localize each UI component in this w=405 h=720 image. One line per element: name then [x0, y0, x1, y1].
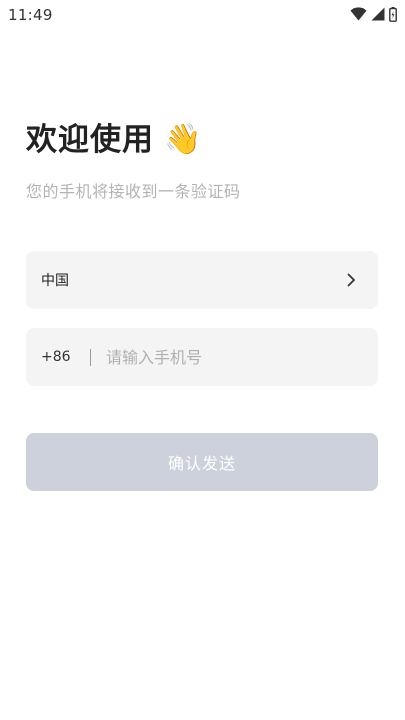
status-bar: 11:49	[0, 0, 405, 30]
battery-icon	[389, 6, 397, 22]
country-selector[interactable]: 中国	[26, 251, 378, 309]
dial-code-divider	[90, 348, 91, 366]
status-time: 11:49	[8, 6, 53, 24]
status-icons	[350, 6, 397, 22]
page-title: 欢迎使用	[26, 122, 154, 158]
dial-code[interactable]: +86	[41, 349, 77, 365]
cellular-signal-icon	[371, 7, 385, 21]
chevron-right-icon	[347, 273, 355, 287]
waving-hand-icon: 👋	[164, 122, 202, 157]
title-row: 欢迎使用 👋	[26, 118, 201, 162]
page-subtitle: 您的手机将接收到一条验证码	[26, 182, 241, 201]
country-label: 中国	[41, 273, 69, 289]
wifi-icon	[350, 7, 367, 21]
confirm-send-button[interactable]: 确认发送	[26, 433, 378, 491]
phone-input[interactable]	[106, 337, 378, 377]
phone-field: +86	[26, 328, 378, 386]
